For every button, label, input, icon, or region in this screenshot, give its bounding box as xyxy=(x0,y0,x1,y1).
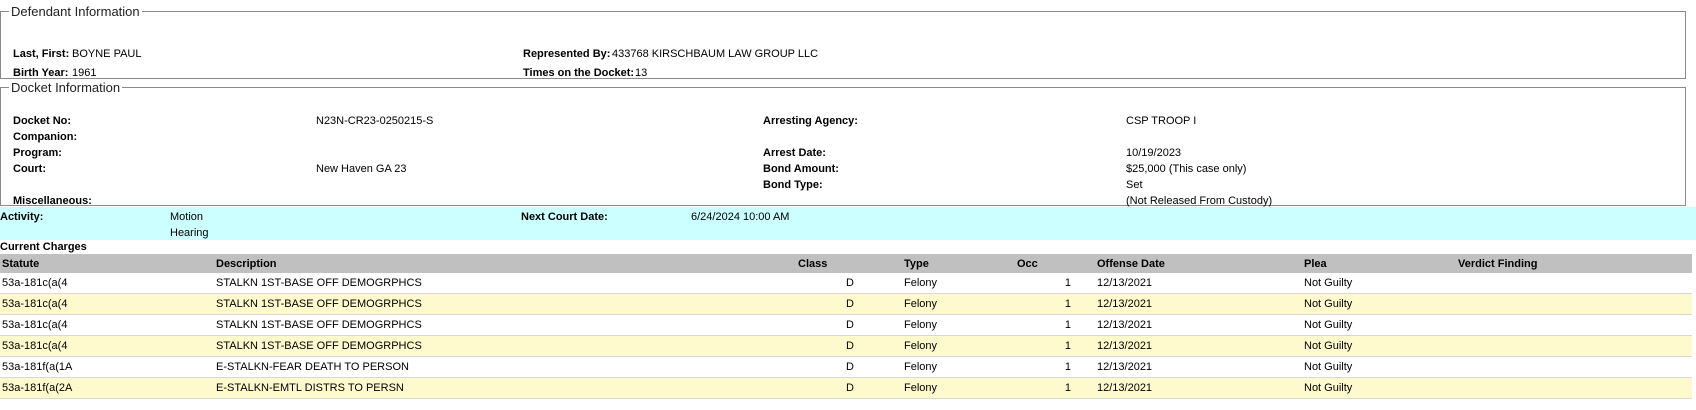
cell-statute: 53a-181f(a(2A xyxy=(0,377,214,399)
cell-description: STALKN 1ST-BASE OFF DEMOGRPHCS xyxy=(214,293,796,315)
cell-class: D xyxy=(796,293,902,315)
cell-class: D xyxy=(796,273,902,294)
cell-class: D xyxy=(796,356,902,378)
header-description: Description xyxy=(214,254,796,273)
charges-header-row: Statute Description Class Type Occ Offen… xyxy=(0,254,1692,273)
bond-amount-value: $25,000 (This case only) xyxy=(1126,163,1247,175)
cell-statute: 53a-181c(a(4 xyxy=(0,314,214,336)
table-row: 53a-181c(a(4 STALKN 1ST-BASE OFF DEMOGRP… xyxy=(0,273,1692,294)
charges-table: Statute Description Class Type Occ Offen… xyxy=(0,254,1692,399)
cell-plea: Not Guilty xyxy=(1302,293,1456,315)
birth-year-label: Birth Year: xyxy=(13,67,69,79)
cell-statute: 53a-181f(a(1A xyxy=(0,356,214,378)
cell-occ: 1 xyxy=(1015,377,1095,399)
cell-type: Felony xyxy=(902,356,1015,378)
header-class: Class xyxy=(796,254,902,273)
cell-description: STALKN 1ST-BASE OFF DEMOGRPHCS xyxy=(214,273,796,294)
activity-band: Activity: Motion Hearing Next Court Date… xyxy=(0,207,1696,240)
cell-plea: Not Guilty xyxy=(1302,377,1456,399)
last-first-value: BOYNE PAUL xyxy=(72,48,142,60)
defendant-information-legend: Defendant Information xyxy=(11,4,140,19)
cell-class: D xyxy=(796,377,902,399)
cell-description: STALKN 1ST-BASE OFF DEMOGRPHCS xyxy=(214,335,796,357)
represented-by-label: Represented By: xyxy=(523,48,611,60)
cell-plea: Not Guilty xyxy=(1302,273,1456,294)
defendant-information-section: Defendant Information Last, First: BOYNE… xyxy=(0,4,1686,79)
cell-statute: 53a-181c(a(4 xyxy=(0,293,214,315)
cell-class: D xyxy=(796,314,902,336)
cell-offense-date: 12/13/2021 xyxy=(1095,335,1302,357)
activity-line-2: Hearing xyxy=(170,227,209,239)
cell-type: Felony xyxy=(902,314,1015,336)
cell-statute: 53a-181c(a(4 xyxy=(0,335,214,357)
activity-label: Activity: xyxy=(0,211,44,223)
miscellaneous-label: Miscellaneous: xyxy=(13,195,92,207)
cell-description: E-STALKN-FEAR DEATH TO PERSON xyxy=(214,356,796,378)
cell-offense-date: 12/13/2021 xyxy=(1095,314,1302,336)
court-label: Court: xyxy=(13,163,46,175)
table-row: 53a-181c(a(4 STALKN 1ST-BASE OFF DEMOGRP… xyxy=(0,314,1692,336)
arresting-agency-value: CSP TROOP I xyxy=(1126,115,1197,127)
cell-offense-date: 12/13/2021 xyxy=(1095,356,1302,378)
cell-occ: 1 xyxy=(1015,273,1095,294)
arresting-agency-label: Arresting Agency: xyxy=(763,115,858,127)
bond-amount-label: Bond Amount: xyxy=(763,163,839,175)
next-court-date-value: 6/24/2024 10:00 AM xyxy=(691,211,790,223)
header-offense-date: Offense Date xyxy=(1095,254,1302,273)
arrest-date-value: 10/19/2023 xyxy=(1126,147,1182,159)
cell-plea: Not Guilty xyxy=(1302,335,1456,357)
cell-verdict xyxy=(1456,377,1692,399)
cell-plea: Not Guilty xyxy=(1302,356,1456,378)
cell-occ: 1 xyxy=(1015,293,1095,315)
cell-statute: 53a-181c(a(4 xyxy=(0,273,214,294)
cell-type: Felony xyxy=(902,293,1015,315)
birth-year-value: 1961 xyxy=(72,67,97,79)
custody-status: (Not Released From Custody) xyxy=(1126,195,1273,207)
table-row: 53a-181f(a(2A E-STALKN-EMTL DISTRS TO PE… xyxy=(0,377,1692,399)
cell-verdict xyxy=(1456,356,1692,378)
next-court-date-label: Next Court Date: xyxy=(521,211,608,223)
arrest-date-label: Arrest Date: xyxy=(763,147,826,159)
docket-information-section: Docket Information Docket No: N23N-CR23-… xyxy=(0,80,1686,207)
times-on-docket-value: 13 xyxy=(635,67,648,79)
table-row: 53a-181f(a(1A E-STALKN-FEAR DEATH TO PER… xyxy=(0,356,1692,378)
cell-verdict xyxy=(1456,314,1692,336)
cell-type: Felony xyxy=(902,273,1015,294)
cell-type: Felony xyxy=(902,377,1015,399)
cell-verdict xyxy=(1456,293,1692,315)
last-first-label: Last, First: xyxy=(13,48,70,60)
court-value: New Haven GA 23 xyxy=(316,163,407,175)
header-plea: Plea xyxy=(1302,254,1456,273)
cell-plea: Not Guilty xyxy=(1302,314,1456,336)
bond-type-label: Bond Type: xyxy=(763,179,823,191)
cell-offense-date: 12/13/2021 xyxy=(1095,377,1302,399)
header-verdict-finding: Verdict Finding xyxy=(1456,254,1692,273)
bond-type-value: Set xyxy=(1126,179,1143,191)
table-row: 53a-181c(a(4 STALKN 1ST-BASE OFF DEMOGRP… xyxy=(0,293,1692,315)
cell-occ: 1 xyxy=(1015,356,1095,378)
cell-type: Felony xyxy=(902,335,1015,357)
cell-verdict xyxy=(1456,273,1692,294)
companion-label: Companion: xyxy=(13,131,78,143)
cell-class: D xyxy=(796,335,902,357)
times-on-docket-label: Times on the Docket: xyxy=(523,67,635,79)
cell-offense-date: 12/13/2021 xyxy=(1095,273,1302,294)
header-statute: Statute xyxy=(0,254,214,273)
table-row: 53a-181c(a(4 STALKN 1ST-BASE OFF DEMOGRP… xyxy=(0,335,1692,357)
current-charges-title: Current Charges xyxy=(0,241,87,253)
header-occ: Occ xyxy=(1015,254,1095,273)
cell-verdict xyxy=(1456,335,1692,357)
cell-offense-date: 12/13/2021 xyxy=(1095,293,1302,315)
docket-no-label: Docket No: xyxy=(13,115,72,127)
docket-no-value: N23N-CR23-0250215-S xyxy=(316,115,434,127)
represented-by-value: 433768 KIRSCHBAUM LAW GROUP LLC xyxy=(612,48,819,60)
cell-description: STALKN 1ST-BASE OFF DEMOGRPHCS xyxy=(214,314,796,336)
header-type: Type xyxy=(902,254,1015,273)
cell-occ: 1 xyxy=(1015,314,1095,336)
activity-line-1: Motion xyxy=(170,211,204,223)
cell-occ: 1 xyxy=(1015,335,1095,357)
docket-information-legend: Docket Information xyxy=(11,80,121,95)
cell-description: E-STALKN-EMTL DISTRS TO PERSN xyxy=(214,377,796,399)
program-label: Program: xyxy=(13,147,62,159)
